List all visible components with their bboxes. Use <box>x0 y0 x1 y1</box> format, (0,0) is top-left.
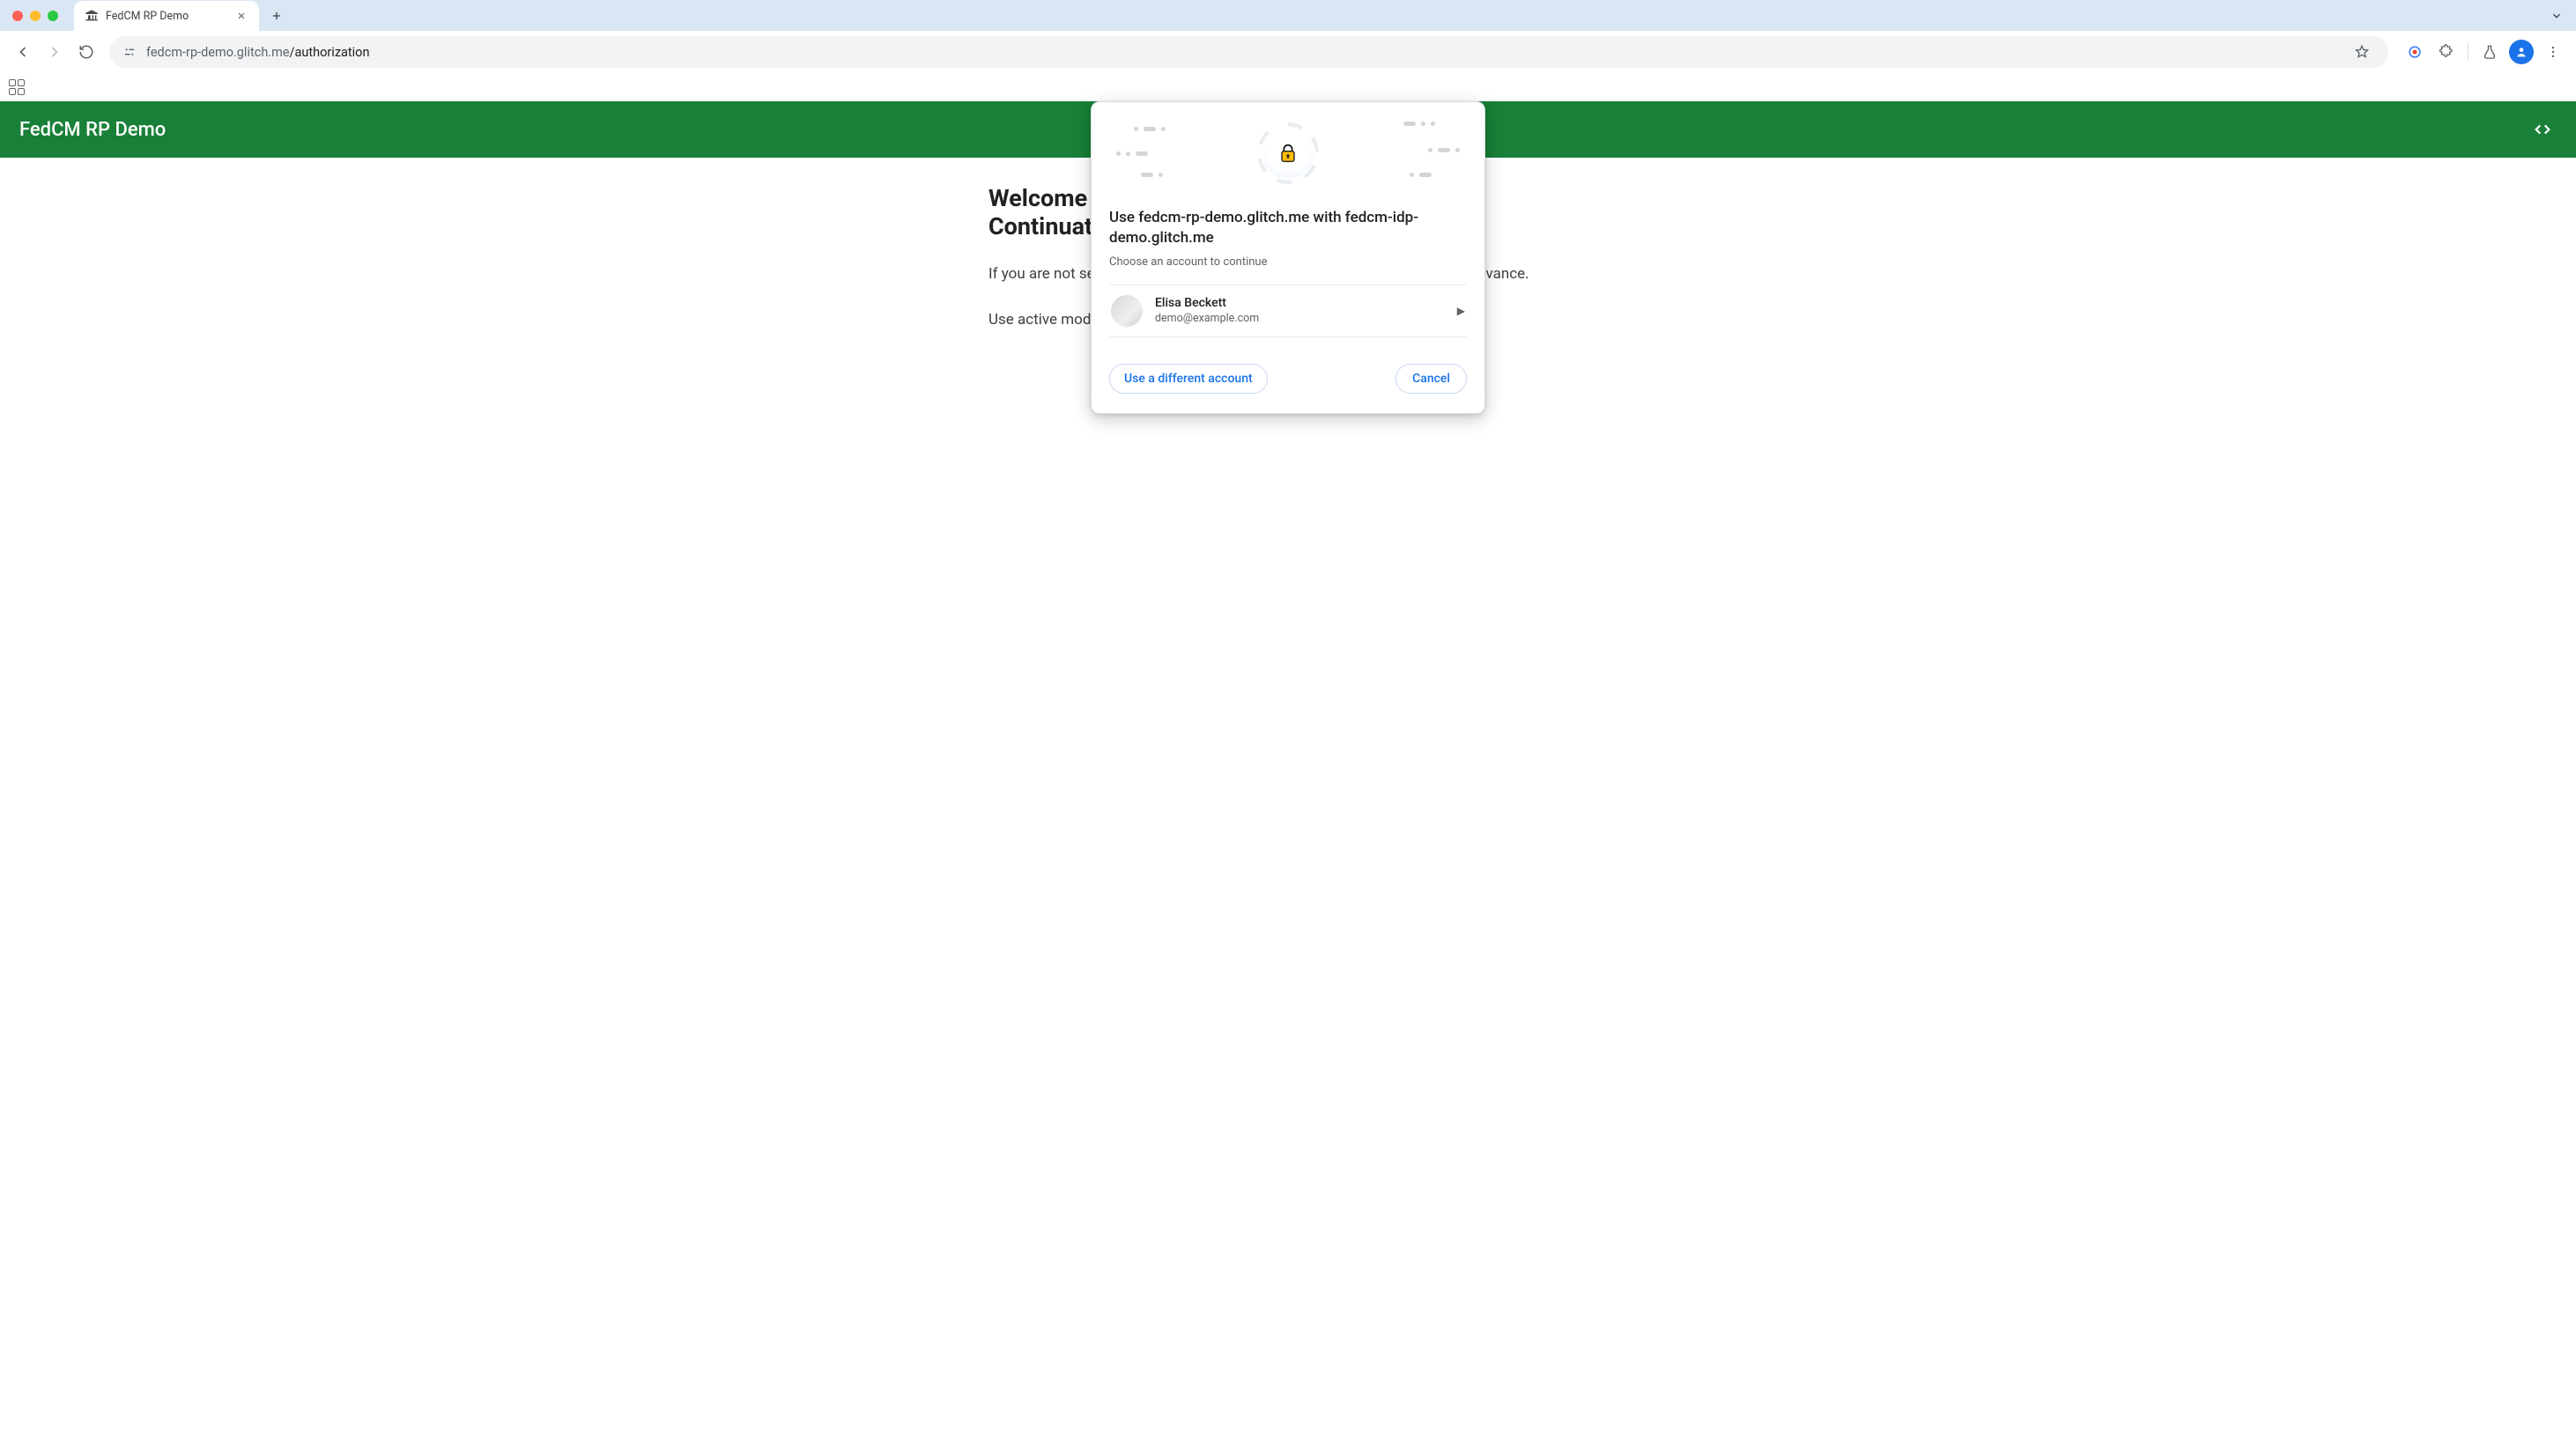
extensions-icon[interactable] <box>2432 38 2461 66</box>
tab-title: FedCM RP Demo <box>106 10 227 23</box>
address-bar[interactable]: fedcm-rp-demo.glitch.me/authorization <box>109 36 2388 68</box>
tab-active[interactable]: FedCM RP Demo <box>74 1 259 31</box>
browser-tab-strip: FedCM RP Demo <box>0 0 2576 31</box>
decor-dots <box>1116 151 1148 156</box>
window-minimize-button[interactable] <box>30 11 41 21</box>
bookmarks-bar <box>0 73 2576 101</box>
toolbar-actions <box>2397 38 2567 66</box>
dialog-body: Use fedcm-rp-demo.glitch.me with fedcm-i… <box>1092 204 1484 413</box>
code-icon[interactable] <box>2528 115 2557 144</box>
cancel-button[interactable]: Cancel <box>1395 364 1467 394</box>
page-viewport: FedCM RP Demo Welcome to FedCM RP Demo! … <box>0 101 2576 1448</box>
profile-button[interactable] <box>2507 38 2535 66</box>
back-button[interactable] <box>9 38 37 66</box>
bank-icon <box>85 9 99 23</box>
browser-toolbar: fedcm-rp-demo.glitch.me/authorization <box>0 31 2576 73</box>
decor-dots <box>1428 148 1460 152</box>
app-title: FedCM RP Demo <box>19 119 166 141</box>
dialog-hero <box>1092 102 1484 204</box>
window-close-button[interactable] <box>12 11 23 21</box>
lock-badge-icon <box>1262 128 1314 179</box>
account-option[interactable]: Elisa Beckett demo@example.com ▶ <box>1109 284 1467 337</box>
site-controls-icon[interactable] <box>122 44 137 60</box>
account-info: Elisa Beckett demo@example.com <box>1155 296 1445 325</box>
labs-icon[interactable] <box>2476 38 2504 66</box>
window-controls <box>7 0 65 31</box>
dialog-subtitle: Choose an account to continue <box>1109 255 1467 269</box>
avatar <box>1111 295 1143 327</box>
dialog-actions: Use a different account Cancel <box>1109 364 1467 394</box>
chevron-down-icon[interactable] <box>2544 4 2569 28</box>
tab-close-button[interactable] <box>234 9 248 23</box>
decor-dots <box>1141 173 1163 177</box>
toolbar-separator <box>2468 43 2469 61</box>
reload-button[interactable] <box>72 38 100 66</box>
use-different-account-button[interactable]: Use a different account <box>1109 364 1268 394</box>
fedcm-dialog: Use fedcm-rp-demo.glitch.me with fedcm-i… <box>1091 101 1485 414</box>
window-maximize-button[interactable] <box>48 11 58 21</box>
account-email: demo@example.com <box>1155 312 1445 325</box>
tabs: FedCM RP Demo <box>74 0 289 31</box>
url-text: fedcm-rp-demo.glitch.me/authorization <box>146 45 369 60</box>
decor-dots <box>1410 173 1432 177</box>
dialog-title: Use fedcm-rp-demo.glitch.me with fedcm-i… <box>1109 208 1467 248</box>
chrome-menu-button[interactable] <box>2539 38 2567 66</box>
chevron-right-icon: ▶ <box>1457 305 1465 317</box>
forward-button[interactable] <box>41 38 69 66</box>
tab-overflow-area <box>2544 0 2576 31</box>
decor-dots <box>1403 122 1435 126</box>
avatar-icon <box>2509 40 2534 64</box>
extension-lens-icon[interactable] <box>2401 38 2429 66</box>
bookmark-star-icon[interactable] <box>2348 38 2376 66</box>
apps-grid-icon[interactable] <box>9 79 25 95</box>
account-name: Elisa Beckett <box>1155 296 1445 310</box>
new-tab-button[interactable] <box>264 4 289 28</box>
decor-dots <box>1134 127 1166 131</box>
